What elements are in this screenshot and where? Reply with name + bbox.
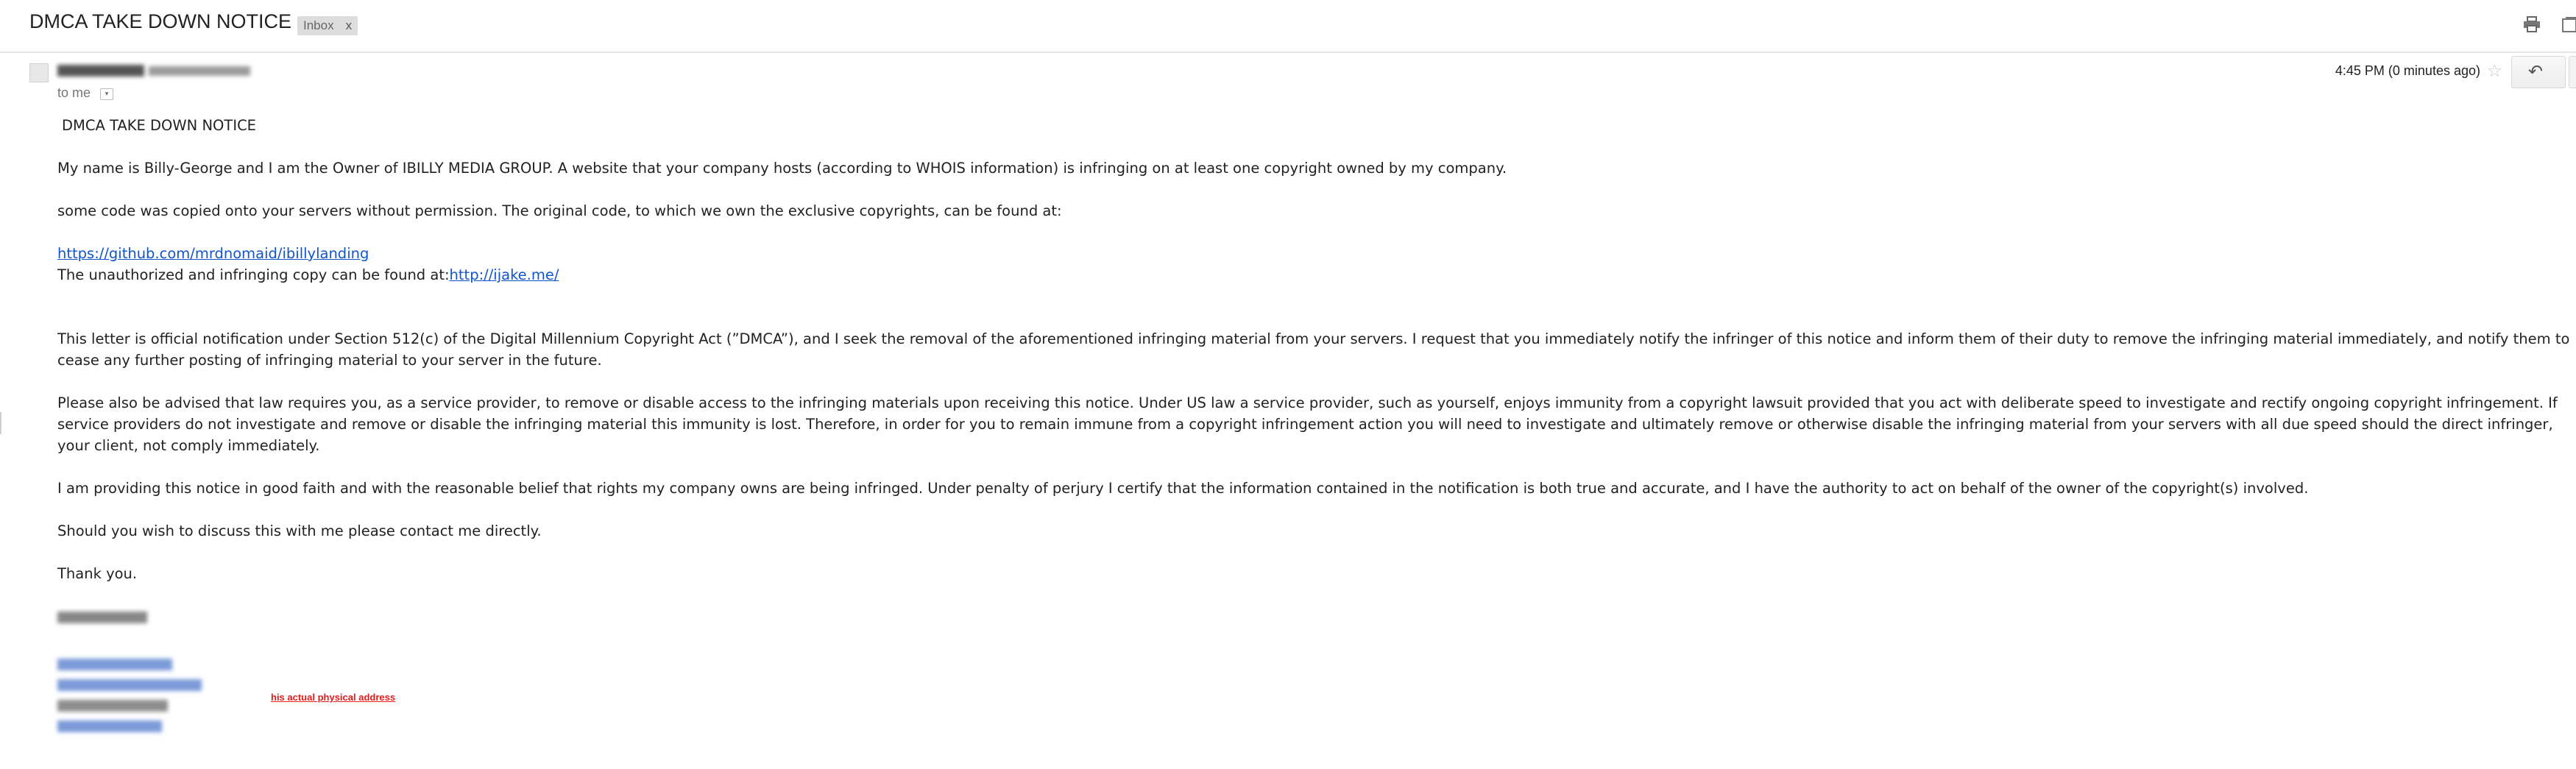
body-paragraph-3: The unauthorized and infringing copy can… <box>57 266 450 283</box>
star-icon[interactable]: ☆ <box>2486 62 2502 79</box>
infringing-copy-link[interactable]: http://ijake.me/ <box>450 266 559 283</box>
avatar-icon <box>29 63 49 82</box>
remove-label-button[interactable]: x <box>346 18 353 33</box>
body-paragraph-1: My name is Billy-George and I am the Own… <box>57 160 1507 177</box>
signature-address-redacted: his actual physical address <box>57 648 2575 732</box>
signature-name-redacted <box>57 606 2575 627</box>
received-time: 4:45 PM (0 minutes ago) <box>2335 63 2480 78</box>
new-window-icon[interactable] <box>2561 16 2576 32</box>
original-code-link[interactable]: https://github.com/mrdnomaid/ibillylandi… <box>57 245 369 262</box>
body-paragraph-7: Should you wish to discuss this with me … <box>57 522 542 539</box>
annotation-label: his actual physical address <box>271 692 396 703</box>
inbox-label-text: Inbox <box>303 18 334 32</box>
more-actions-button[interactable] <box>2569 56 2576 88</box>
body-paragraph-4: This letter is official notification und… <box>57 330 2570 369</box>
show-details-button[interactable]: ▾ <box>100 88 113 100</box>
email-header-bar: DMCA TAKE DOWN NOTICE Inbox x <box>0 0 2576 53</box>
print-icon[interactable] <box>2523 16 2541 32</box>
inbox-label-chip[interactable]: Inbox x <box>297 16 358 35</box>
body-paragraph-6: I am providing this notice in good faith… <box>57 480 2309 497</box>
sender-redacted <box>57 62 250 78</box>
reply-icon: ↶ <box>2528 61 2544 82</box>
email-body: DMCA TAKE DOWN NOTICE My name is Billy-G… <box>57 115 2575 732</box>
body-paragraph-8: Thank you. <box>57 565 138 582</box>
reply-button[interactable]: ↶ <box>2511 56 2566 88</box>
body-paragraph-5: Please also be advised that law requires… <box>57 394 2558 454</box>
recipient-text: to me <box>57 85 91 100</box>
left-edge-divider <box>0 412 1 434</box>
body-heading: DMCA TAKE DOWN NOTICE <box>62 117 257 134</box>
body-paragraph-2: some code was copied onto your servers w… <box>57 202 1062 219</box>
email-subject: DMCA TAKE DOWN NOTICE <box>29 10 292 32</box>
